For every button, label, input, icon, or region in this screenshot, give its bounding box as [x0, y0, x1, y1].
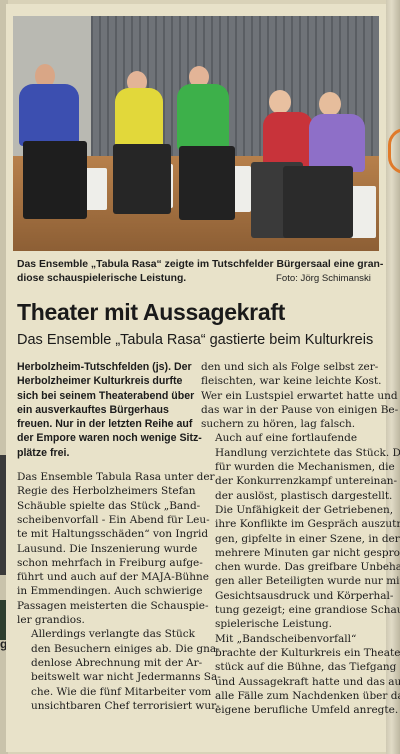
article-photo: [13, 16, 379, 251]
text-line: führt und auch auf der MAJA-Bühne: [17, 571, 210, 584]
text-line: Handlung verzichtete das Stück. Da-: [215, 446, 400, 459]
text-line: Herbolzheim-Tutschfelden (js). Der: [17, 361, 192, 373]
text-line: suchern zu hören, lag falsch.: [201, 418, 356, 431]
text-line: unsichtbaren Chef terrorisiert wur-: [31, 699, 220, 712]
text-line: Auch auf eine fortlaufende: [215, 432, 358, 445]
text-line: und Aussagekraft hatte und das auf: [215, 675, 400, 688]
text-line: te mit Haltungsschäden“ von Ingrid: [17, 528, 209, 541]
text-line: eigene berufliche Umfeld anregte.: [215, 704, 399, 717]
text-line: Schäuble spielte das Stück „Band-: [17, 499, 201, 512]
text-line: gen, gipfelte in einer Szene, in der: [215, 532, 400, 545]
text-line: Das Ensemble Tabula Rasa unter der: [17, 471, 215, 484]
text-line: ein ausverkauftes Bürgerhaus: [17, 403, 169, 416]
text-line: der Konkurrenzkampf untereinan-: [215, 475, 398, 488]
text-line: Wer ein Lustspiel erwartet hatte und: [201, 389, 398, 402]
text-line: gen aller Beteiligten wurde nur mit: [215, 575, 400, 588]
text-line: das war in der Pause von einigen Be-: [201, 403, 399, 416]
text-line: plätze frei.: [17, 446, 70, 459]
text-line: freuen. Nur in der letzten Reihe auf: [17, 418, 193, 431]
article-headline: Theater mit Aussagekraft: [17, 299, 286, 325]
article-column-right: den und sich als Folge selbst zer- fleis…: [201, 360, 400, 718]
adjacent-page-edge: [386, 0, 400, 754]
text-line: denlose Abrechnung mit der Ar-: [31, 656, 203, 669]
text-line: der auslöst, plastisch dargestellt.: [215, 489, 393, 502]
article-paragraph: Das Ensemble Tabula Rasa unter der Regie…: [17, 470, 215, 627]
text-line: ler grandios.: [17, 614, 85, 627]
text-line: scheibenvorfall - Ein Abend für Leu-: [17, 513, 210, 526]
article-column-left: Herbolzheim-Tutschfelden (js). Der Herbo…: [17, 360, 221, 713]
text-line: Regie des Herbolzheimers Stefan: [17, 485, 196, 498]
text-line: stück auf die Bühne, das Tiefgang: [215, 661, 397, 674]
text-line: den Besuchern einiges ab. Die gna-: [31, 642, 220, 655]
text-line: alle Fälle zum Nachdenken über das: [215, 689, 400, 702]
article-paragraph: Mit „Bandscheibenvorfall“ brachte der Ku…: [201, 632, 400, 718]
text-line: fleischten, war keine leichte Kost.: [201, 375, 382, 388]
text-line: Lausund. Die Inszenierung wurde: [17, 542, 198, 555]
text-line: schon mehrfach in Freiburg aufge-: [17, 556, 203, 569]
photo-credit: Foto: Jörg Schimanski: [276, 273, 371, 284]
text-line: beitswelt war nicht Jedermanns Sa-: [31, 671, 221, 684]
text-line: che. Wie die fünf Mitarbeiter vom: [31, 685, 212, 698]
article-subheadline: Das Ensemble „Tabula Rasa“ gastierte bei…: [17, 332, 374, 348]
text-line: sich bei seinem Theaterabend über: [17, 389, 195, 402]
text-line: tung gezeigt; eine grandiose Schau-: [215, 604, 400, 617]
text-line: ihre Konflikte im Gespräch auszutra-: [215, 518, 400, 531]
text-line: der Empore waren noch wenige Sitz-: [17, 432, 202, 445]
text-line: Gesichtsausdruck und Körperhal-: [215, 589, 394, 602]
text-line: Herbolzheimer Kulturkreis durfte: [17, 375, 183, 388]
text-line: Die Unfähigkeit der Getriebenen,: [215, 503, 394, 516]
text-line: spielerische Leistung.: [215, 618, 332, 631]
article-paragraph: den und sich als Folge selbst zer- fleis…: [201, 360, 399, 431]
text-line: den und sich als Folge selbst zer-: [201, 361, 379, 373]
text-line: in Emmendingen. Auch schwierige: [17, 585, 203, 598]
text-line: Allerdings verlangte das Stück: [31, 628, 195, 641]
article-paragraph: Auch auf eine fortlaufende Handlung verz…: [201, 431, 400, 631]
text-line: brachte der Kulturkreis ein Theater-: [215, 646, 400, 659]
article-paragraph: Allerdings verlangte das Stück den Besuc…: [17, 627, 221, 713]
text-line: mehrere Minuten gar nicht gespro-: [215, 546, 400, 559]
text-line: für wurden die Mechanismen, die: [215, 461, 395, 474]
article-lead: Herbolzheim-Tutschfelden (js). Der Herbo…: [17, 360, 202, 460]
text-line: chen wurde. Das greifbare Unbeha-: [215, 561, 400, 574]
text-line: Mit „Bandscheibenvorfall“: [215, 632, 357, 645]
caption-line: Das Ensemble „Tabula Rasa“ zeigte im Tut…: [17, 259, 384, 270]
text-line: Passagen meisterten die Schauspie-: [17, 599, 209, 612]
